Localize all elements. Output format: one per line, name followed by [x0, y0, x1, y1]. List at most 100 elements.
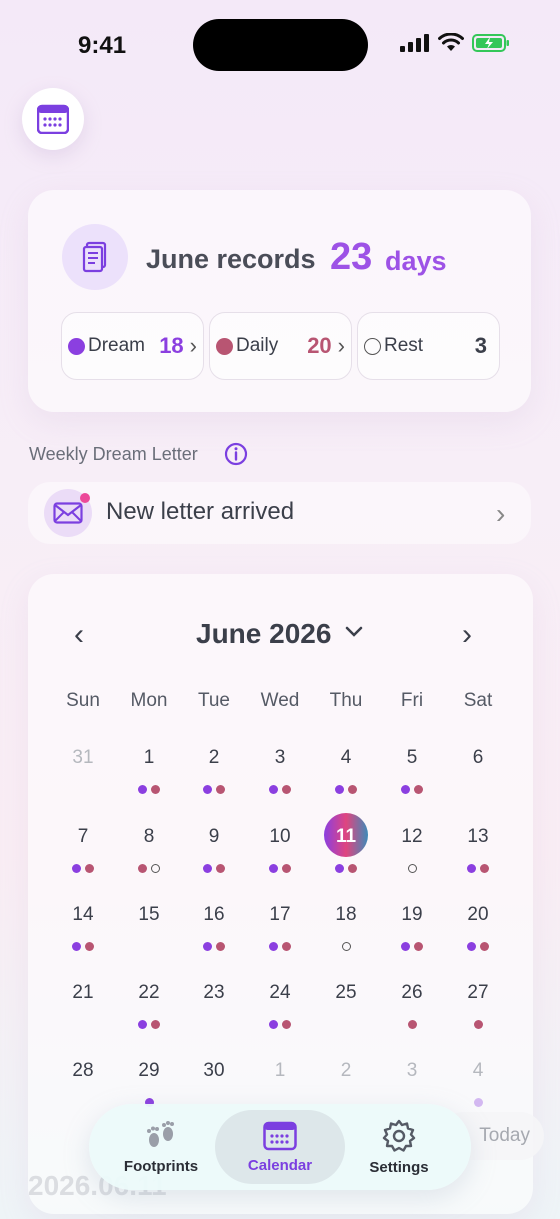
stat-pill-rest[interactable]: Rest 3 [357, 312, 500, 380]
calendar-day[interactable]: 21 [50, 982, 116, 1030]
daily-marker-icon [407, 1020, 417, 1029]
dream-marker-icon [203, 785, 212, 794]
day-markers [50, 942, 116, 952]
calendar-day[interactable]: 20 [445, 904, 511, 952]
day-number: 23 [203, 982, 225, 1003]
day-markers [181, 942, 247, 952]
calendar-day[interactable]: 4 [445, 1060, 511, 1108]
daily-marker-icon [282, 864, 291, 873]
calendar-day[interactable]: 10 [247, 826, 313, 874]
tab-footprints[interactable]: Footprints [96, 1110, 226, 1184]
envelope-icon [53, 502, 83, 524]
calendar-day[interactable]: 1 [247, 1060, 313, 1108]
calendar-day[interactable]: 2 [313, 1060, 379, 1108]
dream-marker-icon [138, 1020, 147, 1029]
stat-label: Dream [88, 335, 146, 356]
day-number: 3 [406, 1060, 418, 1081]
calendar-day[interactable]: 3 [379, 1060, 445, 1108]
rest-marker-icon [407, 864, 417, 873]
calendar-toggle-button[interactable] [22, 88, 84, 150]
stat-pill-daily[interactable]: Daily 20 › [209, 312, 352, 380]
calendar-day[interactable]: 24 [247, 982, 313, 1030]
calendar-day[interactable]: 25 [313, 982, 379, 1030]
daily-marker-icon [348, 864, 357, 873]
chevron-down-icon[interactable] [344, 624, 364, 638]
weekday-label: Sat [463, 690, 493, 711]
calendar-day[interactable]: 16 [181, 904, 247, 952]
calendar-day[interactable]: 27 [445, 982, 511, 1030]
calendar-day[interactable]: 8 [116, 826, 182, 874]
calendar-day[interactable]: 1 [116, 747, 182, 795]
dream-marker-icon [467, 864, 476, 873]
stat-value: 20 [307, 333, 332, 358]
day-number: 26 [401, 982, 423, 1003]
weekday-label: Thu [329, 690, 363, 711]
calendar-day[interactable]: 23 [181, 982, 247, 1030]
calendar-day[interactable]: 18 [313, 904, 379, 952]
day-markers [445, 942, 511, 952]
calendar-day[interactable]: 2 [181, 747, 247, 795]
daily-marker-icon [151, 785, 160, 794]
day-number: 2 [208, 747, 220, 768]
rest-marker-icon [151, 864, 160, 873]
status-icons [400, 33, 510, 52]
daily-marker-icon [151, 1020, 160, 1029]
calendar-day[interactable]: 12 [379, 826, 445, 874]
calendar-day[interactable]: 6 [445, 747, 511, 795]
day-number: 12 [401, 826, 423, 847]
calendar-day[interactable]: 15 [116, 904, 182, 952]
tab-calendar[interactable]: Calendar [215, 1110, 345, 1184]
calendar-day[interactable]: 5 [379, 747, 445, 795]
weekday-label: Tue [197, 690, 231, 711]
day-number: 15 [138, 904, 160, 925]
weekly-letter-label: Weekly Dream Letter [29, 444, 198, 464]
calendar-day[interactable]: 17 [247, 904, 313, 952]
day-number: 7 [77, 826, 89, 847]
calendar-day[interactable]: 30 [181, 1060, 247, 1108]
records-count: 23 [330, 236, 373, 278]
calendar-day[interactable]: 7 [50, 826, 116, 874]
day-number: 2 [340, 1060, 352, 1081]
day-number: 6 [472, 747, 484, 768]
daily-marker-icon [85, 864, 94, 873]
stat-value: 3 [474, 333, 487, 358]
day-number: 19 [401, 904, 423, 925]
records-title: June records [146, 244, 316, 274]
stat-pill-dream[interactable]: Dream 18 › [61, 312, 204, 380]
calendar-day[interactable]: 9 [181, 826, 247, 874]
dream-marker-icon [72, 942, 81, 951]
calendar-day[interactable]: 31 [50, 747, 116, 795]
weekday-label: Sun [66, 690, 100, 711]
day-number: 3 [274, 747, 286, 768]
calendar-day[interactable]: 19 [379, 904, 445, 952]
daily-marker-icon [85, 942, 94, 951]
calendar-day[interactable]: 26 [379, 982, 445, 1030]
calendar-day[interactable]: 13 [445, 826, 511, 874]
day-markers [247, 1020, 313, 1030]
calendar-day-today[interactable]: 11 [313, 813, 379, 874]
records-icon-wrap [62, 224, 128, 290]
day-number: 27 [467, 982, 489, 1003]
calendar-day[interactable]: 14 [50, 904, 116, 952]
daily-marker-icon [473, 1020, 483, 1029]
day-markers [445, 785, 511, 795]
stat-value: 18 [159, 333, 184, 358]
day-markers [313, 864, 379, 874]
calendar-day[interactable]: 29 [116, 1060, 182, 1108]
day-markers [445, 864, 511, 874]
calendar-day[interactable]: 28 [50, 1060, 116, 1108]
info-icon[interactable] [224, 442, 248, 466]
weekday-label: Mon [130, 690, 168, 711]
calendar-day[interactable]: 3 [247, 747, 313, 795]
day-markers [50, 785, 116, 795]
calendar-day[interactable]: 4 [313, 747, 379, 795]
tab-label: Settings [369, 1158, 429, 1176]
dream-marker-icon [203, 942, 212, 951]
tab-settings[interactable]: Settings [334, 1110, 464, 1184]
calendar-day[interactable]: 22 [116, 982, 182, 1030]
next-month-button[interactable]: › [462, 618, 472, 652]
weekday-label: Fri [400, 690, 424, 711]
prev-month-button[interactable]: ‹ [74, 618, 84, 652]
calendar-month-title[interactable]: June 2026 [196, 618, 331, 650]
day-number: 4 [472, 1060, 484, 1081]
